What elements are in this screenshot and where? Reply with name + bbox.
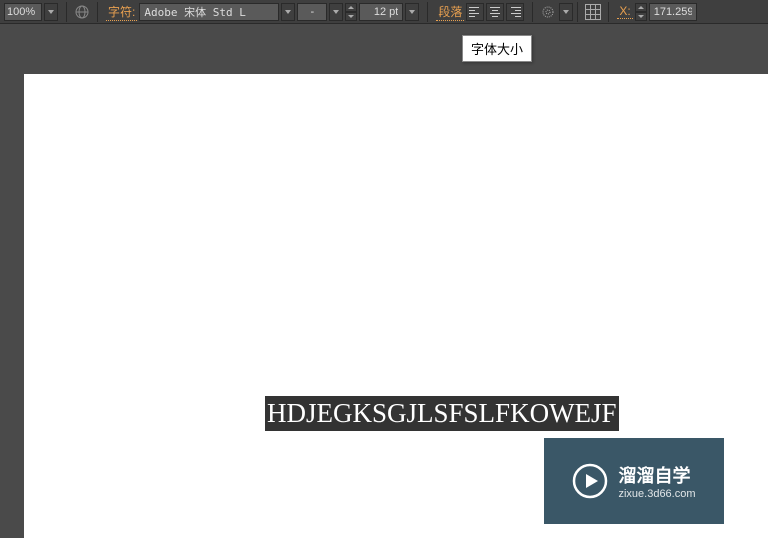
grid-icon[interactable] bbox=[582, 2, 604, 22]
align-center-button[interactable] bbox=[486, 3, 504, 21]
selected-text[interactable]: HDJEGKSGJLSFSLFKOWEJF bbox=[265, 396, 619, 431]
stepper-down-icon[interactable] bbox=[635, 12, 647, 21]
font-style-dropdown[interactable] bbox=[329, 3, 343, 21]
zoom-input[interactable] bbox=[4, 3, 42, 21]
stepper-down-icon[interactable] bbox=[345, 12, 357, 21]
divider bbox=[66, 2, 67, 22]
align-left-button[interactable] bbox=[466, 3, 484, 21]
divider bbox=[532, 2, 533, 22]
paragraph-section: 段落 bbox=[432, 0, 528, 23]
watermark-sub: zixue.3d66.com bbox=[618, 488, 695, 500]
x-label[interactable]: X: bbox=[617, 4, 632, 19]
globe-icon[interactable] bbox=[71, 2, 93, 22]
font-style-select[interactable] bbox=[297, 3, 327, 21]
divider bbox=[97, 2, 98, 22]
font-family-dropdown[interactable] bbox=[281, 3, 295, 21]
transform-section: X: bbox=[613, 0, 700, 23]
effects-icon[interactable] bbox=[537, 2, 559, 22]
zoom-dropdown[interactable] bbox=[44, 3, 58, 21]
watermark: 溜溜自学 zixue.3d66.com bbox=[544, 438, 724, 524]
watermark-text: 溜溜自学 zixue.3d66.com bbox=[618, 462, 695, 500]
divider bbox=[427, 2, 428, 22]
char-label[interactable]: 字符: bbox=[106, 3, 137, 21]
character-section: 字符: bbox=[102, 0, 423, 23]
font-size-input[interactable] bbox=[359, 3, 403, 21]
tooltip-font-size: 字体大小 bbox=[462, 35, 532, 62]
font-size-dropdown[interactable] bbox=[405, 3, 419, 21]
play-icon bbox=[572, 463, 608, 499]
x-stepper[interactable] bbox=[635, 3, 647, 21]
divider bbox=[577, 2, 578, 22]
zoom-section bbox=[0, 0, 62, 23]
toolbar: 字符: 段落 X: bbox=[0, 0, 768, 24]
effects-dropdown[interactable] bbox=[559, 3, 573, 21]
divider bbox=[608, 2, 609, 22]
align-right-button[interactable] bbox=[506, 3, 524, 21]
stepper-up-icon[interactable] bbox=[635, 3, 647, 12]
watermark-title: 溜溜自学 bbox=[618, 462, 695, 488]
font-size-stepper[interactable] bbox=[345, 3, 357, 21]
paragraph-label[interactable]: 段落 bbox=[436, 3, 464, 21]
stepper-up-icon[interactable] bbox=[345, 3, 357, 12]
font-family-select[interactable] bbox=[139, 3, 279, 21]
x-position-input[interactable] bbox=[649, 3, 697, 21]
